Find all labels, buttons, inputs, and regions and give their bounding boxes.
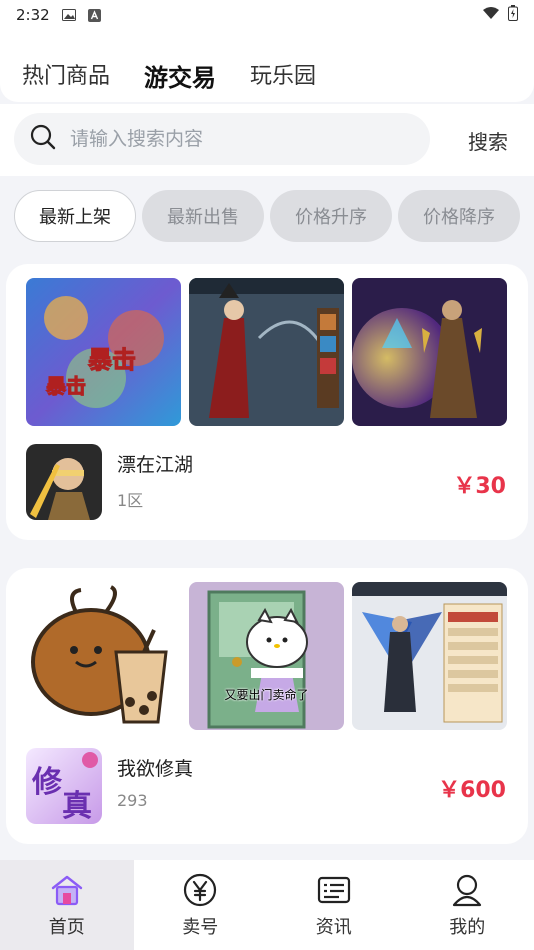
game-screenshot-character-stats[interactable] <box>352 582 507 730</box>
game-screenshot-character-armor[interactable] <box>352 278 507 426</box>
listing-screenshots: 暴击 暴击 <box>26 278 507 426</box>
news-icon <box>317 876 350 904</box>
nav-home-label: 首页 <box>48 917 85 938</box>
nav-home[interactable]: 首页 <box>0 860 134 950</box>
listing-title: 我欲修真 <box>117 758 194 780</box>
status-time: 2:32 <box>16 6 50 24</box>
listing-card[interactable]: 暴击 暴击 漂在江湖 1区 ￥30 <box>6 264 528 540</box>
status-bar: 2:32 <box>0 0 534 30</box>
game-avatar <box>26 444 102 520</box>
listing-card[interactable]: 又要出门卖命了 修 真 我欲修真 293 ￥600 <box>6 568 528 844</box>
tab-hot-items[interactable]: 热门商品 <box>22 58 110 93</box>
search-button[interactable]: 搜索 <box>468 126 508 155</box>
filter-price-ascending[interactable]: 价格升序 <box>270 190 392 242</box>
svg-text:暴击: 暴击 <box>88 346 136 374</box>
svg-text:暴击: 暴击 <box>46 374 86 398</box>
game-avatar: 修 真 <box>26 748 102 824</box>
tab-game-trade[interactable]: 游交易 <box>144 58 216 93</box>
hello-kitty-meme-image[interactable]: 又要出门卖命了 <box>189 582 344 730</box>
game-screenshot-battle[interactable]: 暴击 暴击 <box>26 278 181 426</box>
bottom-navigation: 首页 卖号 资讯 我的 <box>0 860 534 950</box>
listing-price: ￥30 <box>453 474 506 499</box>
category-tabs: 热门商品 游交易 玩乐园 <box>22 58 316 93</box>
battery-icon <box>508 5 518 25</box>
filter-price-descending[interactable]: 价格降序 <box>398 190 520 242</box>
nav-news[interactable]: 资讯 <box>267 860 401 950</box>
listing-server: 293 <box>117 791 148 810</box>
filter-newest-sold[interactable]: 最新出售 <box>142 190 264 242</box>
listing-price: ￥600 <box>438 778 506 803</box>
home-icon <box>51 875 82 906</box>
bubble-tea-bug-image[interactable] <box>26 582 181 730</box>
search-box[interactable] <box>14 113 430 165</box>
svg-text:真: 真 <box>62 789 92 824</box>
sort-filters: 最新上架 最新出售 价格升序 价格降序 <box>14 190 520 242</box>
game-screenshot-character-red[interactable] <box>189 278 344 426</box>
search-input[interactable] <box>70 128 400 150</box>
gallery-notification-icon <box>61 8 76 22</box>
filter-newest-listed[interactable]: 最新上架 <box>14 190 136 242</box>
nav-profile[interactable]: 我的 <box>401 860 534 950</box>
nav-news-label: 资讯 <box>315 917 352 938</box>
listing-screenshots: 又要出门卖命了 <box>26 582 507 730</box>
nav-profile-label: 我的 <box>449 917 486 938</box>
nav-sell-account[interactable]: 卖号 <box>134 860 268 950</box>
wifi-icon <box>482 6 500 24</box>
nav-sell-label: 卖号 <box>182 917 219 938</box>
svg-text:修: 修 <box>31 765 63 800</box>
app-notification-icon <box>88 8 102 22</box>
listing-title: 漂在江湖 <box>117 454 194 476</box>
tab-fun-park[interactable]: 玩乐园 <box>250 58 316 93</box>
yen-coin-icon <box>184 873 217 907</box>
top-header: 热门商品 游交易 玩乐园 <box>0 30 534 102</box>
listing-server: 1区 <box>117 491 144 510</box>
profile-icon <box>453 874 482 907</box>
search-icon <box>30 124 56 154</box>
search-bar: 搜索 <box>0 104 534 176</box>
meme-caption: 又要出门卖命了 <box>224 688 309 702</box>
